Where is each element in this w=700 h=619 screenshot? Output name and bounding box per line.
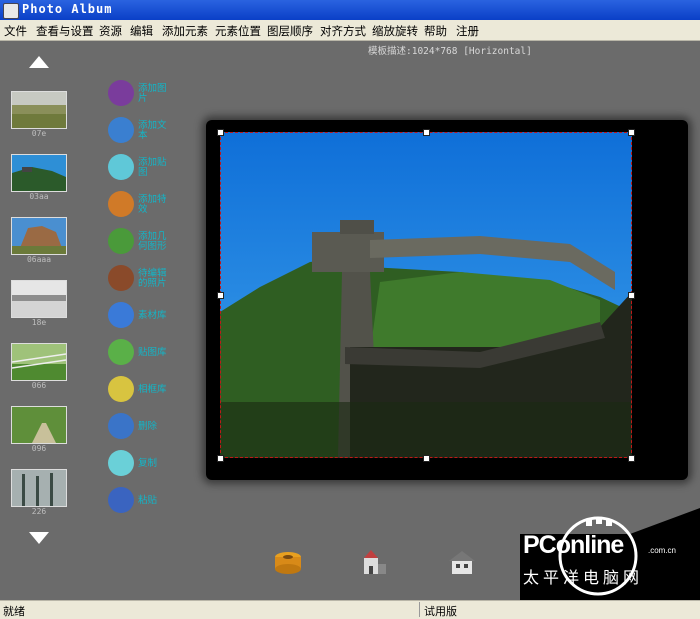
film-reel-icon[interactable] bbox=[273, 548, 303, 576]
tool-label: 添加文本 bbox=[138, 120, 167, 141]
scroll-up-arrow-icon[interactable] bbox=[28, 55, 50, 69]
fence-meadow-photo bbox=[11, 343, 67, 381]
menu-resources[interactable]: 资源 bbox=[99, 23, 122, 39]
copy-button[interactable]: 复制 bbox=[106, 450, 186, 480]
status-bar: 就绪 试用版 bbox=[0, 600, 700, 619]
scroll-down-arrow-icon[interactable] bbox=[28, 531, 50, 545]
resize-handle[interactable] bbox=[217, 455, 224, 462]
thumbnail-item[interactable]: 06aaa bbox=[11, 217, 67, 264]
tool-label: 复制 bbox=[138, 458, 158, 469]
add-text-button[interactable]: 添加文本 bbox=[106, 117, 186, 147]
resize-handle[interactable] bbox=[628, 129, 635, 136]
resize-handle[interactable] bbox=[628, 455, 635, 462]
thumbnail-item[interactable]: 07e bbox=[11, 91, 67, 138]
misty-forest-photo bbox=[11, 469, 67, 507]
thumbnail-caption: 226 bbox=[31, 507, 47, 516]
photos-to-edit-button[interactable]: 待编辑的照片 bbox=[106, 265, 186, 295]
thumbnail-item[interactable]: 18e bbox=[11, 280, 67, 327]
menu-help[interactable]: 帮助 bbox=[424, 23, 447, 39]
blue-dragon-icon bbox=[108, 302, 134, 328]
menu-layer-order[interactable]: 图层顺序 bbox=[267, 23, 313, 39]
status-divider bbox=[419, 602, 420, 617]
church-icon[interactable] bbox=[358, 548, 388, 576]
tool-label: 添加图片 bbox=[138, 83, 167, 104]
sticker-library-button[interactable]: 贴图库 bbox=[106, 339, 186, 369]
purple-monster-icon bbox=[108, 80, 134, 106]
forest-path-photo bbox=[11, 406, 67, 444]
window-title: Photo Album bbox=[22, 2, 113, 16]
tool-label: 删除 bbox=[138, 421, 158, 432]
snow-field-photo bbox=[11, 280, 67, 318]
menu-register[interactable]: 注册 bbox=[456, 23, 479, 39]
resize-handle[interactable] bbox=[217, 292, 224, 299]
blue-fish-icon bbox=[108, 413, 134, 439]
thumbnail-caption: 03aa bbox=[29, 192, 49, 201]
menu-align[interactable]: 对齐方式 bbox=[320, 23, 366, 39]
watermark-domain: .com.cn bbox=[648, 546, 677, 555]
paste-button[interactable]: 粘贴 bbox=[106, 487, 186, 517]
green-dragon-icon bbox=[108, 339, 134, 365]
resize-handle[interactable] bbox=[628, 292, 635, 299]
material-library-button[interactable]: 素材库 bbox=[106, 302, 186, 332]
delete-button[interactable]: 删除 bbox=[106, 413, 186, 443]
thumbnail-item[interactable]: 066 bbox=[11, 343, 67, 390]
cyan-seal-icon bbox=[108, 450, 134, 476]
status-trial: 试用版 bbox=[424, 605, 457, 618]
resize-handle[interactable] bbox=[423, 455, 430, 462]
green-creature-icon bbox=[108, 228, 134, 254]
house-icon[interactable] bbox=[447, 548, 477, 576]
grassland-photo bbox=[11, 91, 67, 129]
brown-bird-icon bbox=[108, 265, 134, 291]
yellow-creature-icon bbox=[108, 376, 134, 402]
tool-label: 添加几何图形 bbox=[138, 231, 167, 252]
thumbnail-caption: 18e bbox=[31, 318, 47, 327]
menu-position[interactable]: 元素位置 bbox=[215, 23, 261, 39]
frame-library-button[interactable]: 相框库 bbox=[106, 376, 186, 406]
thumbnail-caption: 096 bbox=[31, 444, 47, 453]
menu-file[interactable]: 文件 bbox=[4, 23, 27, 39]
tool-label: 相框库 bbox=[138, 384, 167, 395]
menu-zoom-rotate[interactable]: 缩放旋转 bbox=[372, 23, 418, 39]
cyan-creature-icon bbox=[108, 154, 134, 180]
selection-box[interactable] bbox=[220, 132, 632, 458]
watermark-cn: 太平洋电脑网 bbox=[523, 568, 644, 587]
resize-handle[interactable] bbox=[423, 129, 430, 136]
add-sticker-button[interactable]: 添加贴图 bbox=[106, 154, 186, 184]
status-ready: 就绪 bbox=[3, 605, 25, 618]
great-wall-photo bbox=[11, 154, 67, 192]
app-icon[interactable] bbox=[3, 3, 19, 19]
tool-label: 添加特效 bbox=[138, 194, 167, 215]
thumbnail-caption: 066 bbox=[31, 381, 47, 390]
tool-label: 待编辑的照片 bbox=[138, 268, 167, 289]
pconline-watermark: PConline .com.cn 太平洋电脑网 bbox=[520, 508, 700, 600]
menu-view[interactable]: 查看与设置 bbox=[36, 23, 94, 39]
tool-label: 粘贴 bbox=[138, 495, 158, 506]
thumbnail-caption: 06aaa bbox=[26, 255, 52, 264]
watermark-brand: PConline bbox=[523, 531, 624, 559]
tool-label: 素材库 bbox=[138, 310, 167, 321]
rock-formation-photo bbox=[11, 217, 67, 255]
orange-creature-icon bbox=[108, 191, 134, 217]
blue-bird-icon bbox=[108, 117, 134, 143]
tool-label: 贴图库 bbox=[138, 347, 167, 358]
thumbnail-item[interactable]: 226 bbox=[11, 469, 67, 516]
thumbnail-item[interactable]: 096 bbox=[11, 406, 67, 453]
template-description: 模板描述:1024*768 [Horizontal] bbox=[368, 46, 532, 57]
add-shape-button[interactable]: 添加几何图形 bbox=[106, 228, 186, 258]
tool-label: 添加贴图 bbox=[138, 157, 167, 178]
menu-bar: 文件 查看与设置 资源 编辑 添加元素 元素位置 图层顺序 对齐方式 缩放旋转 … bbox=[0, 20, 700, 41]
title-bar: Photo Album bbox=[0, 0, 700, 20]
add-effect-button[interactable]: 添加特效 bbox=[106, 191, 186, 221]
blue-turtle-icon bbox=[108, 487, 134, 513]
menu-add-element[interactable]: 添加元素 bbox=[162, 23, 208, 39]
menu-edit[interactable]: 编辑 bbox=[130, 23, 153, 39]
add-image-button[interactable]: 添加图片 bbox=[106, 80, 186, 110]
resize-handle[interactable] bbox=[217, 129, 224, 136]
thumbnail-caption: 07e bbox=[31, 129, 47, 138]
thumbnail-item[interactable]: 03aa bbox=[11, 154, 67, 201]
